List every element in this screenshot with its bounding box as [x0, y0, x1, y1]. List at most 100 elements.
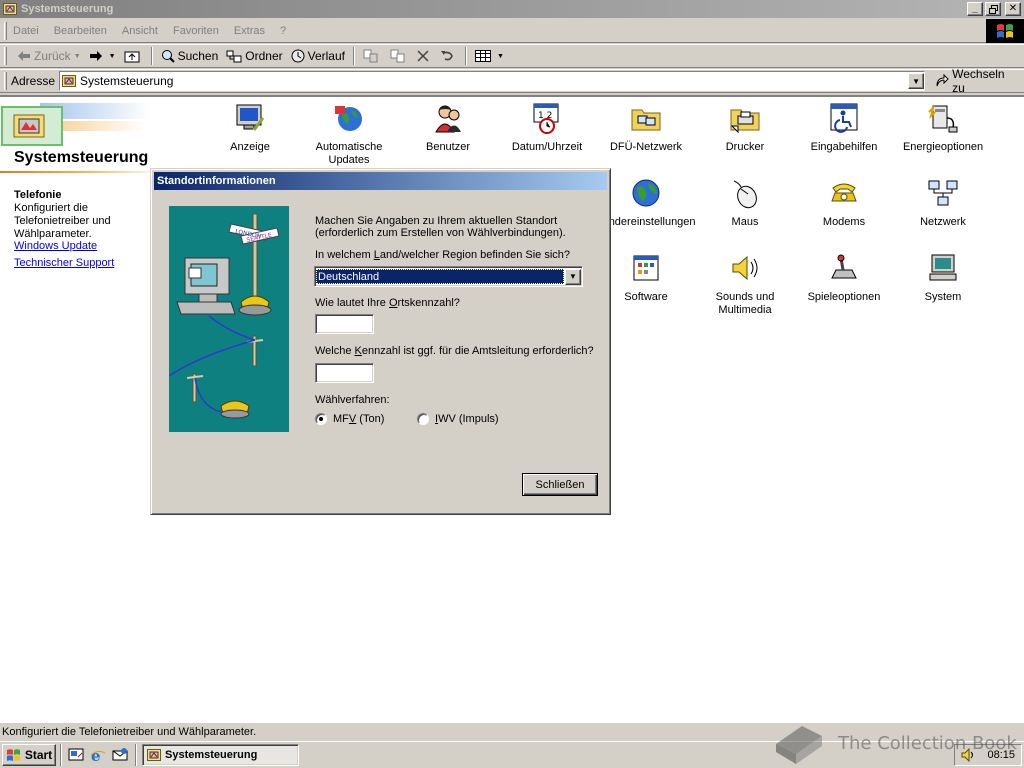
- applet-laendereinstellungen[interactable]: Ländereinstellungen: [596, 176, 696, 229]
- applet-benutzer[interactable]: Benutzer: [398, 101, 498, 154]
- taskbar-item-label: Systemsteuerung: [165, 749, 258, 761]
- applet-energieoptionen[interactable]: Energieoptionen: [893, 101, 993, 154]
- users-icon: [431, 101, 465, 135]
- technical-support-link[interactable]: Technischer Support: [14, 257, 114, 269]
- menu-bearbeiten[interactable]: Bearbeiten: [54, 25, 107, 37]
- label-part: Wie lautet Ihre: [315, 297, 389, 309]
- printers-folder-icon: [728, 101, 762, 135]
- toolbar-grip[interactable]: [4, 47, 7, 65]
- globe-update-icon: [332, 101, 366, 135]
- menu-ansicht[interactable]: Ansicht: [122, 25, 158, 37]
- applet-automatische-updates[interactable]: Automatische Updates: [299, 101, 399, 167]
- applet-system[interactable]: System: [893, 251, 993, 304]
- power-options-icon: [926, 101, 960, 135]
- back-button[interactable]: Zurück ▼: [13, 46, 85, 66]
- label-part: ennzahl ist ggf. für die Amtsleitung erf…: [361, 345, 594, 357]
- menu-extras[interactable]: Extras: [234, 25, 265, 37]
- undo-button[interactable]: [436, 46, 461, 66]
- dialup-network-icon: [629, 101, 663, 135]
- up-folder-button[interactable]: [120, 46, 147, 66]
- applet-netzwerk[interactable]: Netzwerk: [893, 176, 993, 229]
- joystick-icon: [827, 251, 861, 285]
- label-part: and/welcher Region befinden Sie sich?: [379, 249, 571, 261]
- intro-line-1: Machen Sie Angaben zu Ihrem aktuellen St…: [315, 215, 558, 227]
- toolbar-separator: [352, 47, 355, 65]
- folders-button[interactable]: Ordner: [222, 46, 286, 66]
- window-titlebar[interactable]: Systemsteuerung _ ✕: [0, 0, 1024, 18]
- applet-software[interactable]: Software: [596, 251, 696, 304]
- dial-method-label: Wählverfahren:: [315, 394, 390, 406]
- regional-settings-icon: [629, 176, 663, 210]
- start-button[interactable]: Start: [2, 744, 56, 766]
- views-dropdown-icon[interactable]: ▼: [497, 53, 504, 60]
- address-dropdown-button[interactable]: ▼: [908, 73, 925, 89]
- applet-label: Maus: [731, 216, 759, 228]
- menu-grip[interactable]: [4, 21, 7, 40]
- back-dropdown-icon[interactable]: ▼: [74, 53, 81, 60]
- applet-drucker[interactable]: Drucker: [695, 101, 795, 154]
- volume-icon[interactable]: [961, 748, 975, 762]
- address-field[interactable]: Systemsteuerung ▼: [59, 71, 926, 91]
- applet-spieleoptionen[interactable]: Spieleoptionen: [794, 251, 894, 304]
- tone-dialing-radio[interactable]: MFV (Ton): [315, 413, 384, 425]
- delete-button[interactable]: [413, 46, 436, 66]
- applet-modems[interactable]: Modems: [794, 176, 894, 229]
- views-button[interactable]: ▼: [471, 46, 508, 66]
- menu-help[interactable]: ?: [280, 25, 286, 37]
- show-desktop-button[interactable]: [65, 744, 87, 766]
- applet-datum-uhrzeit[interactable]: 1 2 Datum/Uhrzeit: [497, 101, 597, 154]
- address-grip[interactable]: [4, 72, 7, 90]
- country-dropdown-button[interactable]: ▼: [565, 268, 581, 285]
- menu-favoriten[interactable]: Favoriten: [173, 25, 219, 37]
- applet-maus[interactable]: Maus: [695, 176, 795, 229]
- applet-label: Software: [624, 291, 668, 303]
- page-title: Systemsteuerung: [14, 149, 149, 166]
- applet-anzeige[interactable]: Anzeige: [200, 101, 300, 154]
- restore-button[interactable]: [985, 2, 1001, 16]
- country-question-label: In welchem Land/welcher Region befinden …: [315, 249, 570, 261]
- go-button[interactable]: Wechseln zu: [931, 67, 1024, 95]
- dialog-titlebar[interactable]: Standortinformationen: [154, 172, 607, 190]
- minimize-button[interactable]: _: [967, 2, 983, 16]
- forward-button[interactable]: ▼: [85, 46, 120, 66]
- label-part: Welche: [315, 345, 355, 357]
- history-button[interactable]: Verlauf: [287, 46, 349, 66]
- internet-explorer-icon: e: [90, 747, 106, 763]
- add-remove-programs-icon: [629, 251, 663, 285]
- menu-datei[interactable]: Datei: [13, 25, 39, 37]
- control-panel-icon: [3, 2, 17, 16]
- info-pane: Systemsteuerung Telefonie Konfiguriert d…: [0, 97, 165, 717]
- outlook-express-button[interactable]: [109, 744, 131, 766]
- forward-dropdown-icon[interactable]: ▼: [109, 53, 116, 60]
- applet-label: Spieleoptionen: [807, 291, 881, 303]
- clock[interactable]: 08:15: [987, 749, 1015, 761]
- menu-bar: Datei Bearbeiten Ansicht Favoriten Extra…: [0, 19, 1024, 43]
- taskbar-item-systemsteuerung[interactable]: Systemsteuerung: [142, 744, 299, 766]
- calendar-clock-icon: 1 2: [530, 101, 564, 135]
- country-select[interactable]: Deutschland ▼: [314, 266, 583, 287]
- windows-update-link[interactable]: Windows Update: [14, 240, 97, 252]
- close-window-button[interactable]: ✕: [1005, 2, 1021, 16]
- search-button[interactable]: Suchen: [157, 46, 223, 66]
- outside-line-input[interactable]: [315, 363, 374, 383]
- move-to-button[interactable]: [359, 46, 386, 66]
- control-panel-banner-icon: [0, 97, 165, 157]
- taskbar: Start e Systemsteuerung 08:15: [0, 741, 1024, 768]
- telephone-network-illustration-icon: LONDON SEATTLE: [169, 206, 289, 432]
- accessibility-icon: [827, 101, 861, 135]
- area-code-input[interactable]: [315, 314, 374, 334]
- applet-dfue-netzwerk[interactable]: DFÜ-Netzwerk: [596, 101, 696, 154]
- close-button[interactable]: Schließen: [522, 473, 598, 496]
- taskbar-separator: [135, 744, 137, 766]
- copy-to-button[interactable]: [386, 46, 413, 66]
- views-icon: [474, 50, 491, 62]
- applet-label: Automatische Updates: [315, 141, 383, 166]
- applet-label: System: [924, 291, 962, 303]
- go-arrow-icon: [935, 74, 949, 88]
- address-label: Adresse: [11, 74, 56, 88]
- internet-explorer-button[interactable]: e: [87, 744, 109, 766]
- applet-sounds-multimedia[interactable]: Sounds und Multimedia: [695, 251, 795, 317]
- pulse-dialing-radio[interactable]: IWV (Impuls): [417, 413, 499, 425]
- applet-eingabehilfen[interactable]: Eingabehilfen: [794, 101, 894, 154]
- applet-label: Energieoptionen: [902, 141, 984, 153]
